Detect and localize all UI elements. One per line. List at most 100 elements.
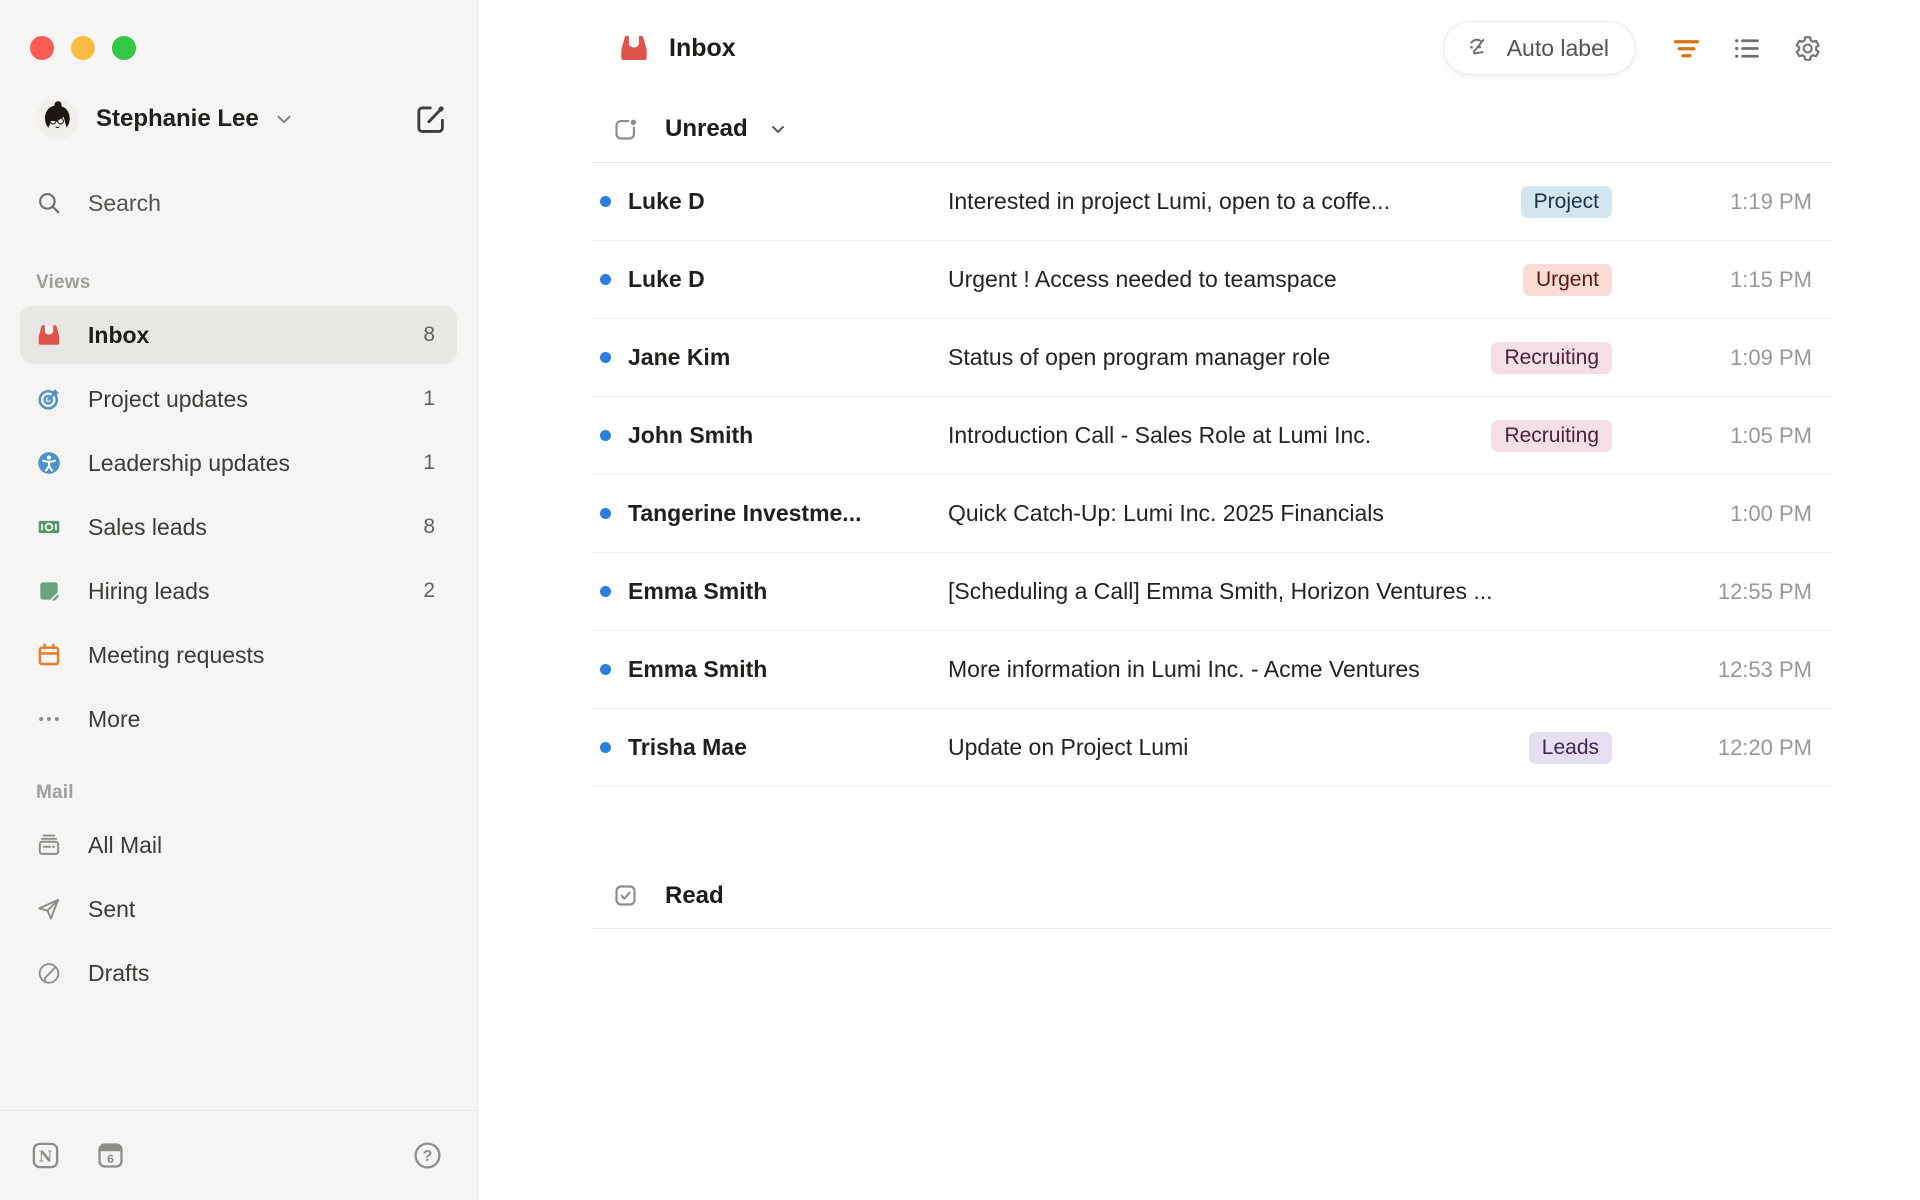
calendar-app-button[interactable]: 6 bbox=[95, 1140, 126, 1171]
sidebar-footer: N 6 ? bbox=[0, 1110, 477, 1200]
unread-dot bbox=[600, 352, 611, 363]
sticker-icon bbox=[36, 578, 62, 604]
help-button[interactable]: ? bbox=[412, 1140, 443, 1171]
unread-count-badge: 2 bbox=[423, 579, 435, 602]
unread-dot bbox=[600, 430, 611, 441]
email-subject: Status of open program manager role bbox=[948, 344, 1331, 370]
sidebar-item-more[interactable]: More bbox=[20, 690, 457, 748]
email-tag: Recruiting bbox=[1491, 419, 1612, 452]
sidebar-item-sent[interactable]: Sent bbox=[20, 880, 457, 938]
main-header: Inbox Auto label bbox=[478, 0, 1920, 96]
email-tag: Recruiting bbox=[1491, 341, 1612, 374]
unread-dot bbox=[600, 508, 611, 519]
sidebar-item-inbox[interactable]: Inbox 8 bbox=[20, 306, 457, 364]
sidebar-item-label: Drafts bbox=[88, 959, 150, 986]
avatar[interactable] bbox=[36, 98, 78, 140]
banknote-icon bbox=[36, 514, 62, 540]
email-subject: More information in Lumi Inc. - Acme Ven… bbox=[948, 656, 1420, 682]
unread-section-header[interactable]: Unread bbox=[592, 96, 1833, 163]
sidebar-item-meeting-requests[interactable]: Meeting requests bbox=[20, 626, 457, 684]
sidebar-item-label: Hiring leads bbox=[88, 577, 210, 604]
unread-count-badge: 1 bbox=[423, 451, 435, 474]
compose-button[interactable] bbox=[413, 101, 449, 137]
email-sender: John Smith bbox=[628, 422, 754, 448]
email-row[interactable]: John Smith Introduction Call - Sales Role… bbox=[592, 397, 1833, 475]
svg-text:N: N bbox=[39, 1147, 53, 1165]
sidebar-item-label: Sent bbox=[88, 895, 136, 922]
chevron-down-icon bbox=[768, 119, 788, 139]
sidebar-item-all-mail[interactable]: All Mail bbox=[20, 816, 457, 874]
svg-text:?: ? bbox=[423, 1148, 432, 1165]
zoom-window-button[interactable] bbox=[112, 36, 136, 60]
window-controls bbox=[0, 0, 477, 60]
sidebar-item-label: All Mail bbox=[88, 831, 163, 858]
search-button[interactable]: Search bbox=[20, 174, 457, 232]
filter-button[interactable] bbox=[1671, 33, 1702, 64]
notion-logo: N bbox=[30, 1140, 61, 1171]
unread-dot bbox=[600, 274, 611, 285]
sidebar-section-label-mail: Mail bbox=[36, 782, 74, 803]
sidebar-item-project-updates[interactable]: Project updates 1 bbox=[20, 370, 457, 428]
unread-section-title: Unread bbox=[665, 115, 748, 142]
unread-count-badge: 8 bbox=[423, 323, 435, 346]
inbox-icon bbox=[36, 322, 62, 348]
sidebar-item-label: Meeting requests bbox=[88, 641, 265, 668]
sidebar-item-label: Sales leads bbox=[88, 513, 207, 540]
email-row[interactable]: Emma Smith [Scheduling a Call] Emma Smith… bbox=[592, 553, 1833, 631]
email-time: 1:09 PM bbox=[1730, 344, 1812, 370]
user-row: Stephanie Lee bbox=[36, 98, 449, 140]
sidebar-item-leadership-updates[interactable]: Leadership updates 1 bbox=[20, 434, 457, 492]
header-actions: Auto label bbox=[1442, 21, 1822, 75]
email-time: 1:05 PM bbox=[1730, 422, 1812, 448]
auto-label-button[interactable]: Auto label bbox=[1442, 21, 1636, 75]
email-row[interactable]: Tangerine Investme... Quick Catch-Up: Lum… bbox=[592, 475, 1833, 553]
email-subject: Update on Project Lumi bbox=[948, 734, 1189, 760]
unread-count-badge: 1 bbox=[423, 387, 435, 410]
calendar-6-icon: 6 bbox=[95, 1140, 126, 1171]
email-subject: Introduction Call - Sales Role at Lumi I… bbox=[948, 422, 1372, 448]
unread-dot bbox=[600, 586, 611, 597]
mail-app-window: Stephanie Lee Search Views Inbox 8 Proje… bbox=[0, 0, 1920, 1200]
sidebar-item-label: Inbox bbox=[88, 321, 150, 348]
email-subject: Urgent ! Access needed to teamspace bbox=[948, 266, 1337, 292]
email-row[interactable]: Luke D Urgent ! Access needed to teamspac… bbox=[592, 241, 1833, 319]
read-checkbox-icon bbox=[612, 882, 639, 909]
unread-icon bbox=[612, 116, 639, 143]
email-time: 1:19 PM bbox=[1730, 188, 1812, 214]
list-view-icon bbox=[1731, 33, 1762, 64]
email-sender: Emma Smith bbox=[628, 656, 768, 682]
email-tag: Urgent bbox=[1522, 263, 1612, 296]
sidebar-item-drafts[interactable]: Drafts bbox=[20, 944, 457, 1002]
account-switcher-button[interactable]: Stephanie Lee bbox=[78, 105, 295, 133]
email-sender: Emma Smith bbox=[628, 578, 768, 604]
email-sender: Luke D bbox=[628, 266, 705, 292]
minimize-window-button[interactable] bbox=[71, 36, 95, 60]
close-window-button[interactable] bbox=[30, 36, 54, 60]
unread-dot bbox=[600, 196, 611, 207]
send-icon bbox=[36, 896, 62, 922]
email-row[interactable]: Emma Smith More information in Lumi Inc. … bbox=[592, 631, 1833, 709]
gear-icon bbox=[1791, 33, 1822, 64]
settings-button[interactable] bbox=[1791, 33, 1822, 64]
accessibility-icon bbox=[36, 450, 62, 476]
email-subject: Quick Catch-Up: Lumi Inc. 2025 Financial… bbox=[948, 500, 1384, 526]
calendar-icon bbox=[36, 642, 62, 668]
read-section-header[interactable]: Read bbox=[592, 863, 1833, 929]
email-tag: Project bbox=[1520, 185, 1612, 218]
email-sender: Luke D bbox=[628, 188, 705, 214]
sidebar-item-label: More bbox=[88, 705, 141, 732]
notion-app-button[interactable]: N bbox=[30, 1140, 61, 1171]
sidebar-item-sales-leads[interactable]: Sales leads 8 bbox=[20, 498, 457, 556]
page-title: Inbox bbox=[669, 33, 736, 62]
email-row[interactable]: Luke D Interested in project Lumi, open t… bbox=[592, 163, 1833, 241]
display-options-button[interactable] bbox=[1731, 33, 1762, 64]
email-row[interactable]: Trisha Mae Update on Project Lumi Leads 12:… bbox=[592, 709, 1833, 787]
sidebar-item-label: Project updates bbox=[88, 385, 248, 412]
user-name: Stephanie Lee bbox=[96, 105, 259, 132]
auto-label-label: Auto label bbox=[1506, 34, 1609, 61]
drafts-icon bbox=[36, 960, 62, 986]
unread-count-badge: 8 bbox=[423, 515, 435, 538]
email-row[interactable]: Jane Kim Status of open program manager r… bbox=[592, 319, 1833, 397]
sidebar-item-hiring-leads[interactable]: Hiring leads 2 bbox=[20, 562, 457, 620]
search-icon bbox=[36, 190, 62, 216]
